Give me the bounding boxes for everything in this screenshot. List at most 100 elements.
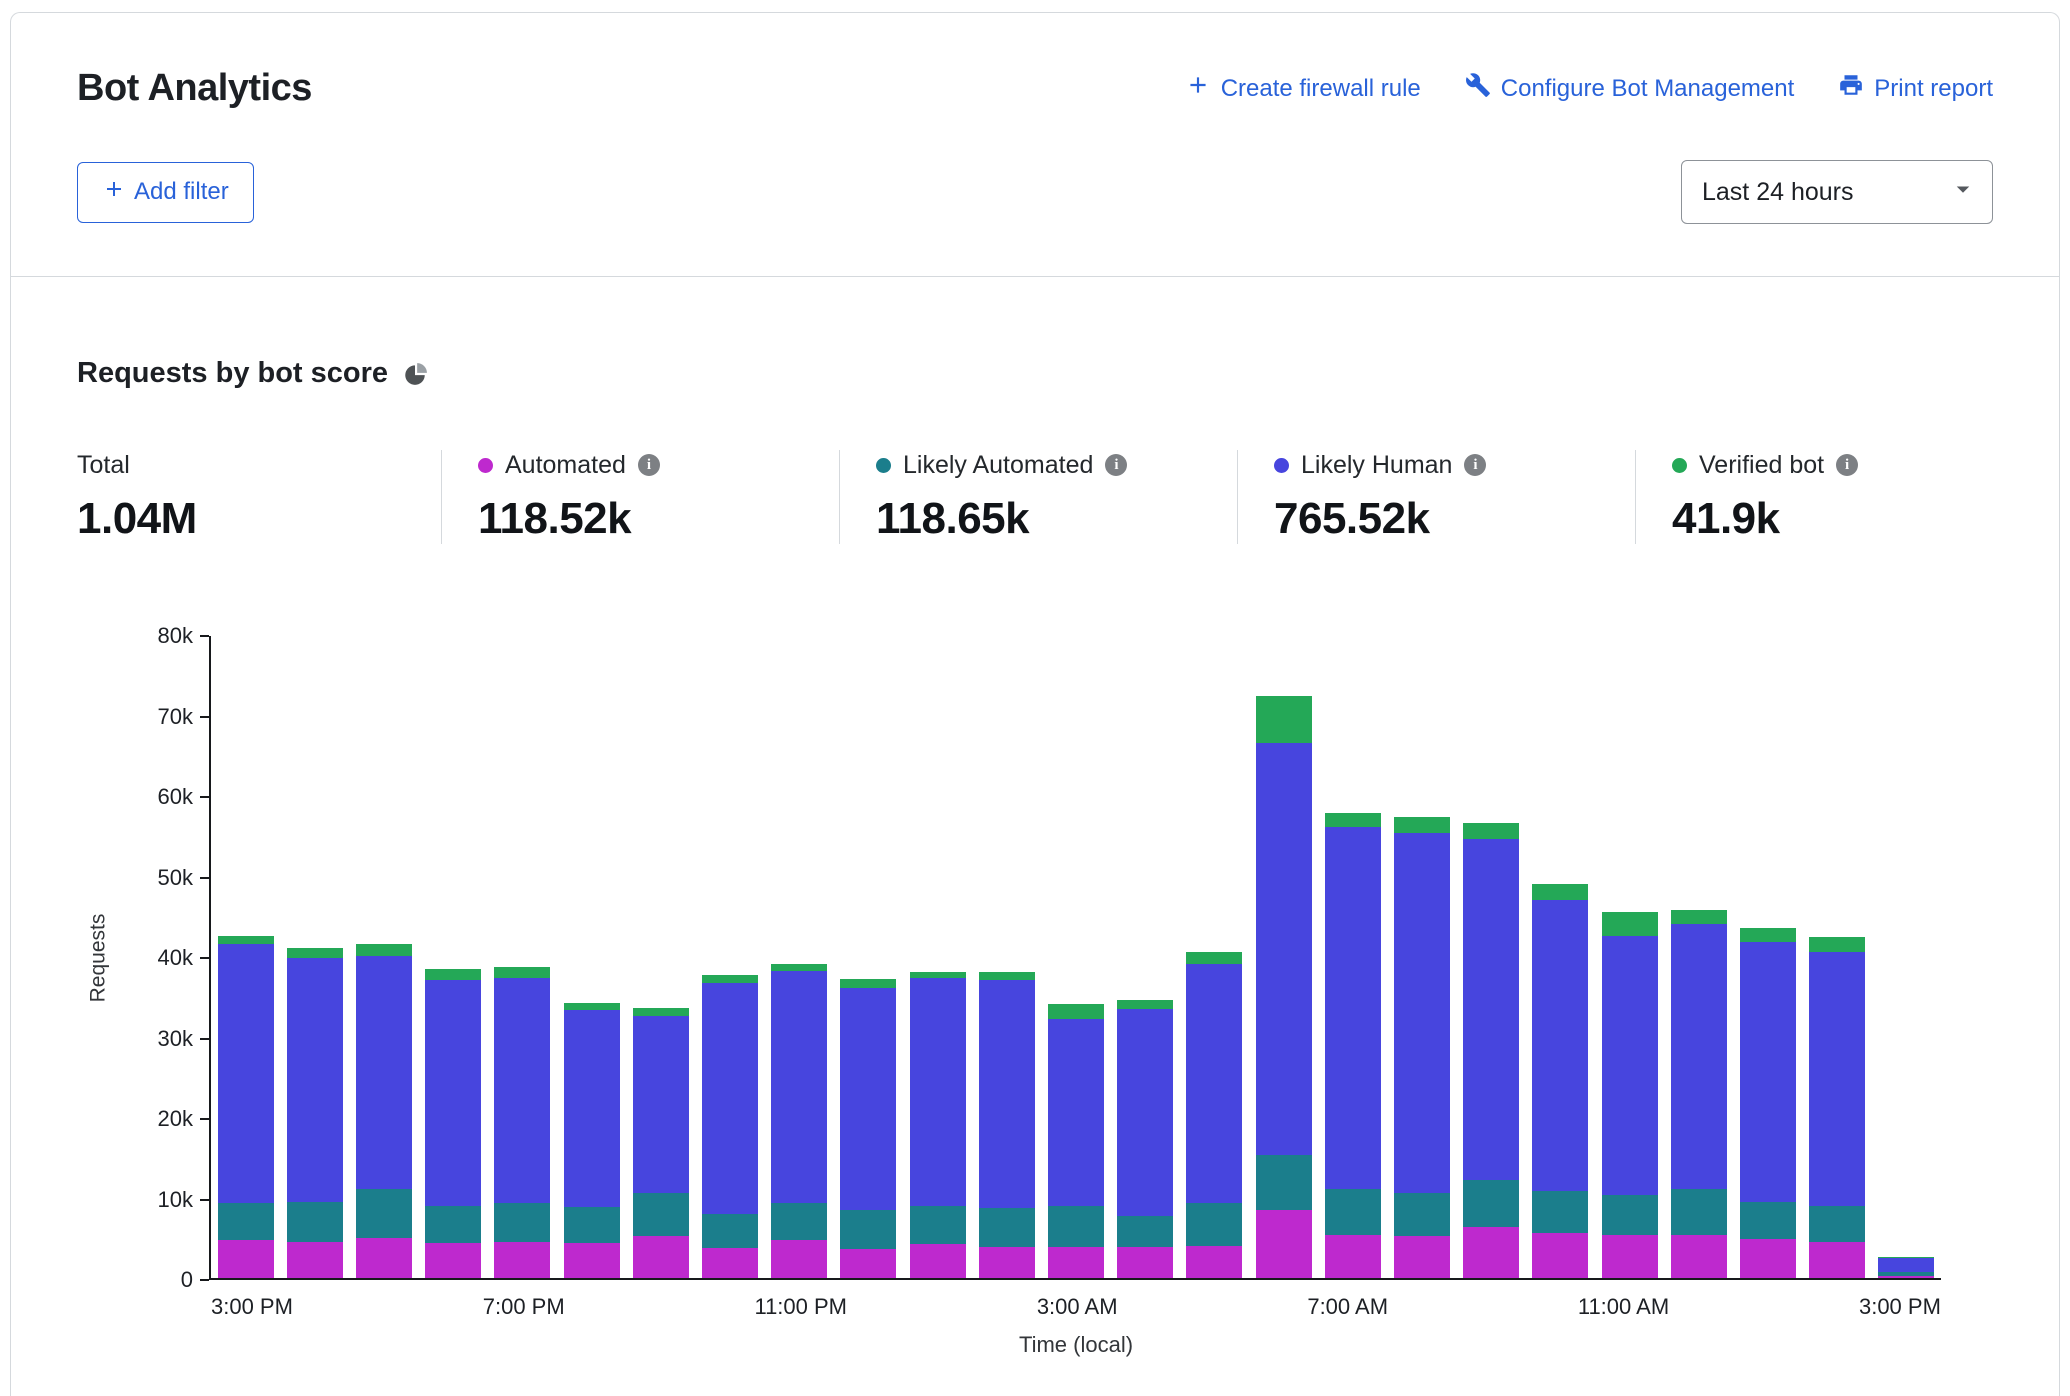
bar-segment-likely-automated — [771, 1203, 827, 1240]
bar-segment-likely-automated — [564, 1207, 620, 1242]
bar-segment-automated — [1048, 1247, 1104, 1278]
bar-segment-likely-human — [771, 971, 827, 1204]
x-tick-label: 3:00 PM — [211, 1294, 293, 1320]
bar-segment-likely-human — [1048, 1019, 1104, 1207]
bar-segment-likely-human — [1809, 952, 1865, 1206]
x-tick-label: 7:00 AM — [1307, 1294, 1388, 1320]
bar-segment-likely-automated — [1740, 1202, 1796, 1238]
chevron-down-icon — [1948, 174, 1978, 211]
stat-verified-bot[interactable]: Verified bot i 41.9k — [1635, 450, 1993, 544]
bar-segment-automated — [910, 1244, 966, 1278]
bar-group — [1111, 1000, 1180, 1279]
bar-segment-verified-bot — [1463, 823, 1519, 838]
bar-segment-likely-human — [840, 988, 896, 1209]
pie-chart-icon — [402, 361, 428, 387]
bar-segment-likely-automated — [1186, 1203, 1242, 1246]
x-tick-label — [419, 1294, 482, 1320]
bar-segment-likely-automated — [1463, 1180, 1519, 1227]
bar-group — [695, 975, 764, 1278]
bar-segment-likely-human — [702, 983, 758, 1214]
y-tick-mark — [200, 1199, 209, 1201]
create-firewall-rule-link[interactable]: Create firewall rule — [1185, 72, 1421, 105]
bar-segment-likely-human — [1117, 1009, 1173, 1216]
bar-group — [834, 979, 903, 1278]
bar-segment-likely-human — [218, 944, 274, 1203]
stat-label: Automated — [505, 451, 626, 480]
stat-value: 118.65k — [876, 494, 1217, 544]
y-axis-labels: 010k20k30k40k50k60k70k80k — [119, 636, 209, 1280]
y-tick-mark — [200, 796, 209, 798]
bar-segment-verified-bot — [1256, 696, 1312, 743]
x-tick-label: 11:00 AM — [1578, 1294, 1669, 1320]
bar-group — [1803, 937, 1872, 1278]
y-tick-mark — [200, 1279, 209, 1281]
bar-segment-likely-human — [1325, 827, 1381, 1189]
plus-icon — [1185, 72, 1211, 105]
bar-segment-automated — [218, 1240, 274, 1278]
bot-analytics-card: Bot Analytics Create firewall rule Confi… — [10, 12, 2060, 1396]
x-tick-label — [1451, 1294, 1514, 1320]
stat-label: Total — [77, 451, 130, 480]
bar-segment-likely-automated — [910, 1206, 966, 1245]
x-tick-label — [1515, 1294, 1578, 1320]
stat-label: Verified bot — [1699, 451, 1824, 480]
bar-segment-automated — [1117, 1247, 1173, 1278]
stat-likely-human[interactable]: Likely Human i 765.52k — [1237, 450, 1635, 544]
bar-segment-likely-human — [1463, 839, 1519, 1180]
y-tick-label: 40k — [158, 945, 193, 971]
bar-segment-automated — [633, 1236, 689, 1278]
bar-segment-automated — [564, 1243, 620, 1278]
stat-likely-automated[interactable]: Likely Automated i 118.65k — [839, 450, 1237, 544]
card-body: Requests by bot score Total 1.04M Automa… — [11, 357, 2059, 1358]
bar-group — [1387, 817, 1456, 1278]
bar-segment-automated — [494, 1242, 550, 1278]
x-tick-label — [356, 1294, 419, 1320]
bar-segment-likely-automated — [1048, 1206, 1104, 1246]
info-icon[interactable]: i — [1464, 454, 1486, 476]
info-icon[interactable]: i — [1836, 454, 1858, 476]
info-icon[interactable]: i — [1105, 454, 1127, 476]
page-title: Bot Analytics — [77, 67, 312, 110]
y-tick-label: 70k — [158, 704, 193, 730]
section-title: Requests by bot score — [77, 357, 388, 390]
stat-value: 1.04M — [77, 494, 421, 544]
bar-segment-likely-human — [287, 958, 343, 1202]
bar-group — [1526, 884, 1595, 1278]
stat-label: Likely Automated — [903, 451, 1093, 480]
add-filter-button[interactable]: Add filter — [77, 162, 254, 223]
likely-human-legend-dot — [1274, 458, 1289, 473]
bar-group — [211, 936, 280, 1278]
time-range-select[interactable]: Last 24 hours — [1681, 160, 1993, 224]
print-report-link[interactable]: Print report — [1838, 72, 1993, 105]
bar-segment-automated — [1602, 1235, 1658, 1278]
bar-segment-likely-automated — [979, 1208, 1035, 1247]
bar-segment-verified-bot — [1325, 813, 1381, 827]
configure-bot-management-link[interactable]: Configure Bot Management — [1465, 72, 1795, 105]
bar-segment-likely-human — [1740, 942, 1796, 1202]
bars-row — [211, 636, 1941, 1278]
x-tick-label — [847, 1294, 910, 1320]
y-tick-mark — [200, 1038, 209, 1040]
bar-segment-likely-human — [494, 978, 550, 1203]
bar-group — [972, 972, 1041, 1278]
bar-segment-likely-human — [1186, 964, 1242, 1203]
x-tick-label: 11:00 PM — [754, 1294, 847, 1320]
bar-segment-likely-human — [1256, 743, 1312, 1155]
bar-segment-verified-bot — [425, 969, 481, 980]
bar-segment-likely-human — [1878, 1258, 1934, 1272]
bar-segment-automated — [356, 1238, 412, 1278]
print-report-label: Print report — [1874, 75, 1993, 103]
bar-segment-automated — [1809, 1242, 1865, 1278]
info-icon[interactable]: i — [638, 454, 660, 476]
stat-automated[interactable]: Automated i 118.52k — [441, 450, 839, 544]
y-tick-label: 10k — [158, 1187, 193, 1213]
bar-segment-verified-bot — [1394, 817, 1450, 833]
bar-segment-verified-bot — [287, 948, 343, 958]
bar-segment-automated — [979, 1247, 1035, 1278]
bar-segment-verified-bot — [1671, 910, 1727, 924]
bar-group — [903, 972, 972, 1278]
bar-segment-automated — [1532, 1233, 1588, 1278]
x-tick-label — [1244, 1294, 1307, 1320]
bar-group — [488, 967, 557, 1279]
verified-bot-legend-dot — [1672, 458, 1687, 473]
